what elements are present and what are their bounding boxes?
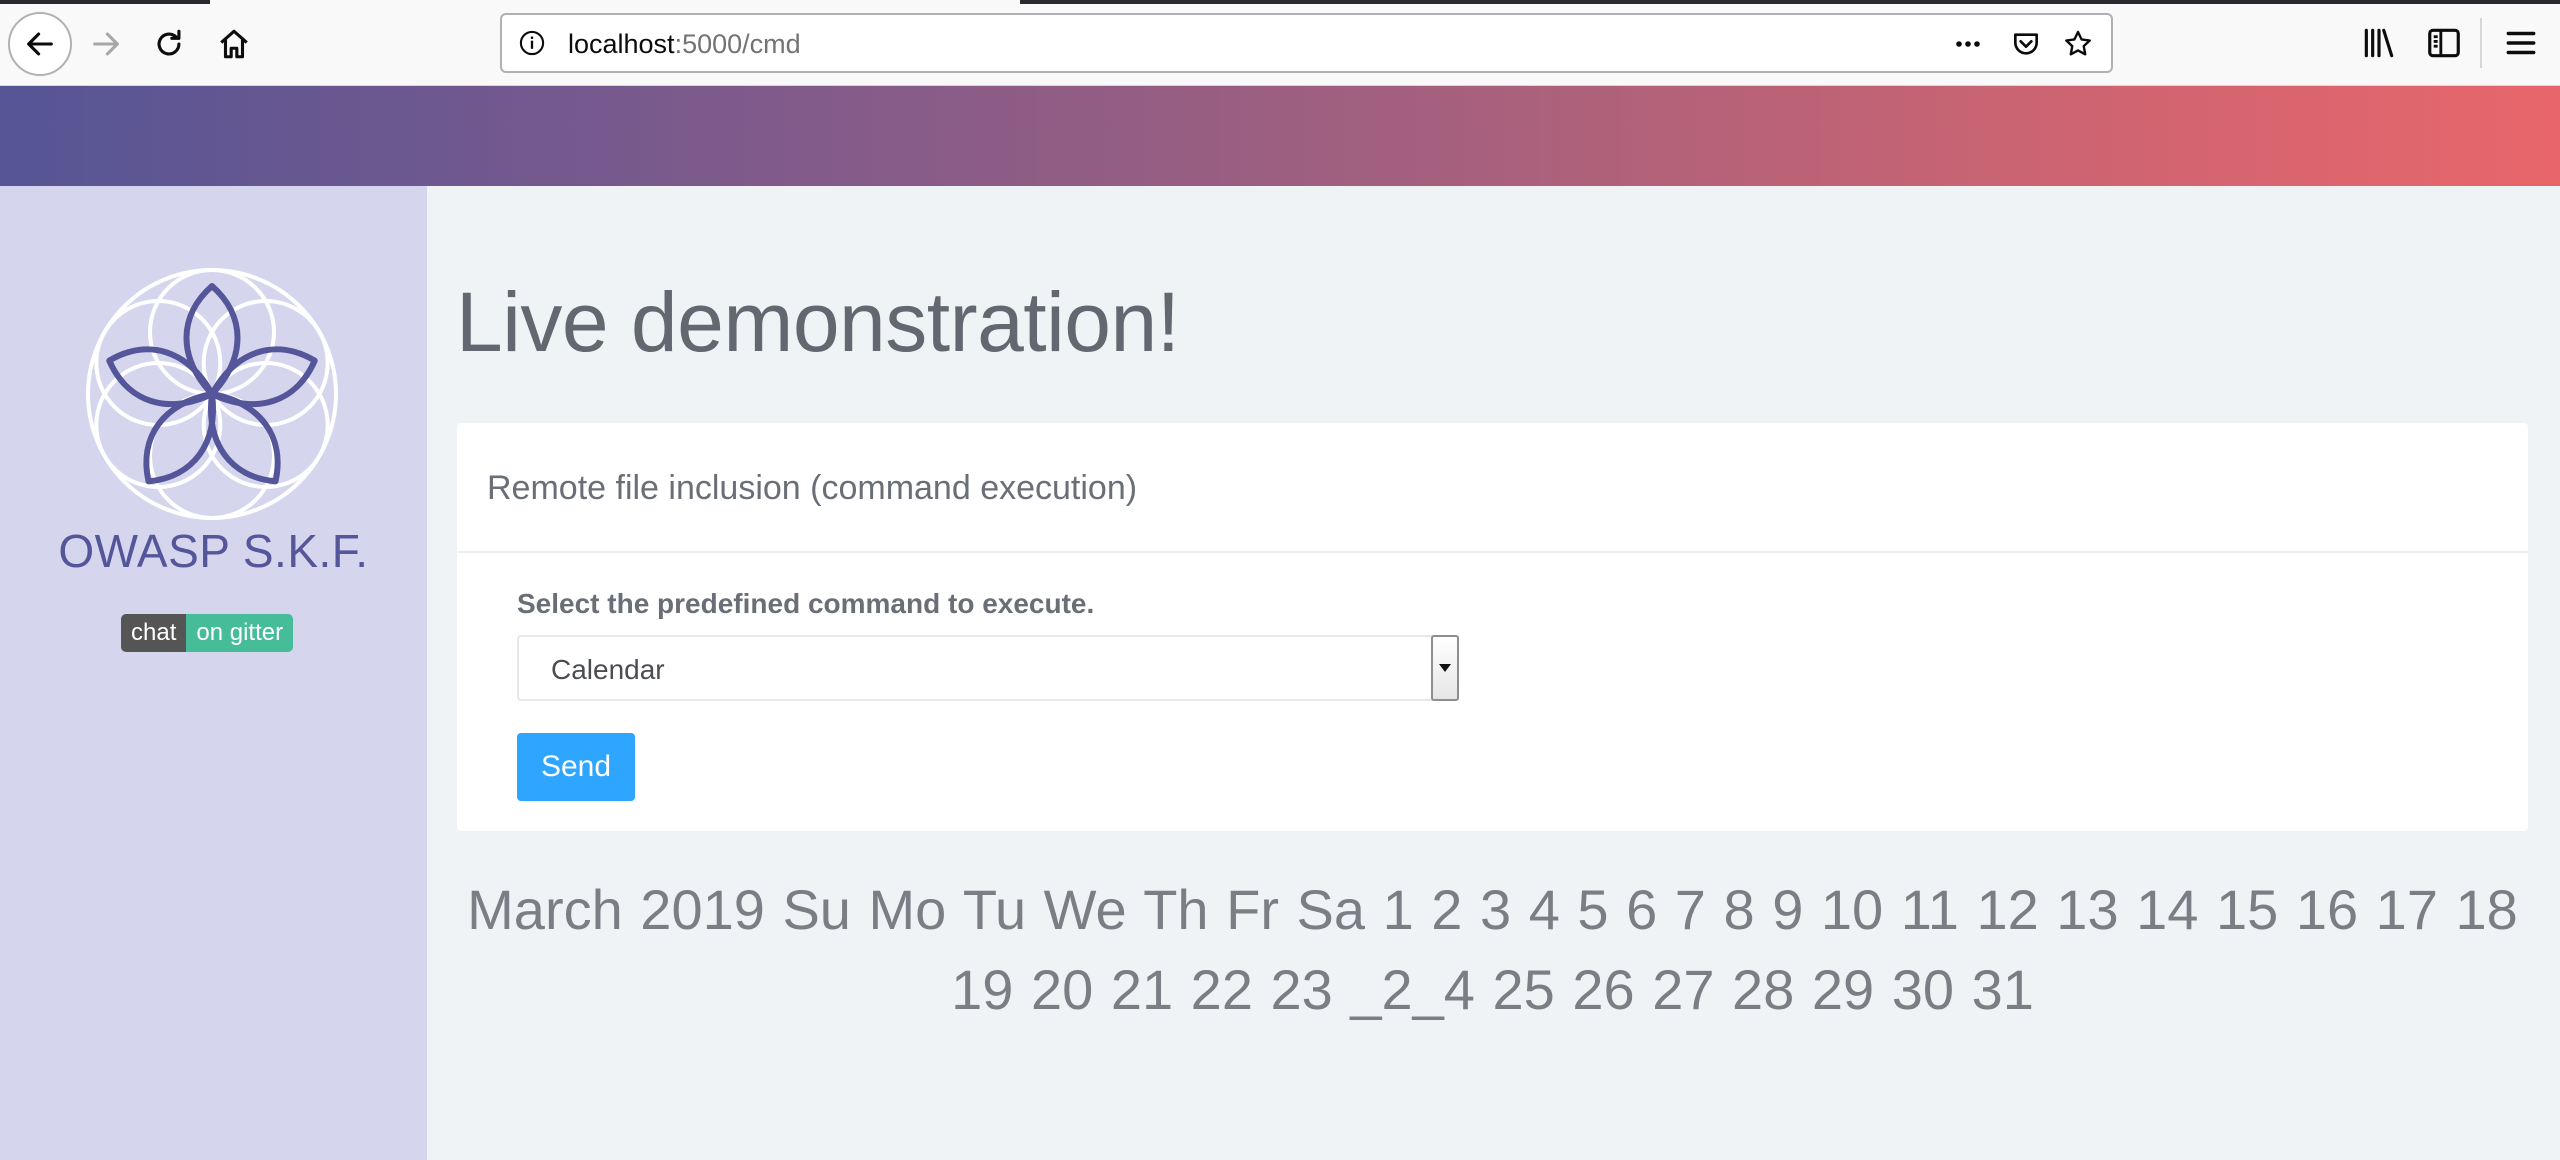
gitter-badge-right: on gitter bbox=[186, 614, 294, 652]
command-select-value: Calendar bbox=[551, 654, 665, 685]
card-header: Remote file inclusion (command execution… bbox=[457, 423, 2528, 553]
forward-arrow-icon bbox=[93, 32, 119, 56]
card-title: Remote file inclusion (command execution… bbox=[487, 469, 1138, 507]
browser-toolbar: localhost:5000/cmd bbox=[0, 0, 2560, 86]
skf-flower-logo-icon[interactable] bbox=[84, 266, 340, 522]
sidebar-icon[interactable] bbox=[2425, 24, 2463, 62]
send-button[interactable]: Send bbox=[517, 733, 635, 801]
menu-icon[interactable] bbox=[2502, 24, 2540, 62]
reload-icon bbox=[157, 29, 181, 56]
url-text[interactable]: localhost:5000/cmd bbox=[568, 29, 801, 59]
brand-name[interactable]: OWASP S.K.F. bbox=[0, 524, 427, 578]
url-bar[interactable]: localhost:5000/cmd bbox=[500, 13, 2113, 73]
command-output: March 2019 Su Mo Tu We Th Fr Sa 1 2 3 4 … bbox=[467, 878, 2518, 1021]
info-icon[interactable] bbox=[518, 29, 546, 57]
home-button[interactable] bbox=[202, 12, 266, 76]
caret-down-icon bbox=[1439, 664, 1451, 672]
reload-button[interactable] bbox=[137, 12, 201, 76]
tab-strip-line bbox=[1020, 0, 2560, 4]
active-tab-indicator bbox=[0, 0, 210, 4]
more-icon[interactable] bbox=[1952, 28, 1984, 60]
gitter-badge-left: chat bbox=[121, 614, 187, 652]
page-title: Live demonstration! bbox=[456, 275, 1180, 369]
command-select-label: Select the predefined command to execute… bbox=[517, 588, 1095, 619]
home-icon bbox=[220, 29, 248, 59]
back-arrow-icon bbox=[27, 32, 53, 56]
command-select[interactable]: Calendar bbox=[517, 635, 1459, 701]
sidebar: OWASP S.K.F. chat on gitter bbox=[0, 186, 427, 1160]
gitter-chat-badge[interactable]: chat on gitter bbox=[121, 614, 294, 652]
toolbar-separator bbox=[2480, 18, 2482, 68]
pocket-icon[interactable] bbox=[2010, 28, 2042, 60]
select-dropdown-button[interactable] bbox=[1431, 635, 1459, 701]
url-host: localhost bbox=[568, 29, 675, 59]
demo-card: Remote file inclusion (command execution… bbox=[457, 423, 2528, 831]
library-icon[interactable] bbox=[2360, 24, 2398, 62]
bookmark-star-icon[interactable] bbox=[2062, 28, 2094, 60]
forward-button[interactable] bbox=[74, 12, 138, 76]
url-path: :5000/cmd bbox=[674, 29, 801, 59]
back-button[interactable] bbox=[8, 12, 72, 76]
page-header-banner bbox=[0, 86, 2560, 186]
